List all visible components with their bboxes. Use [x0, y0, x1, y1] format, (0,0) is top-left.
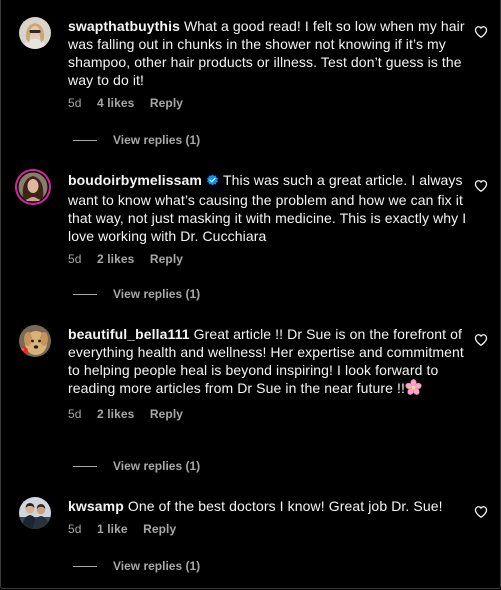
comments-panel: swapthatbuythis What a good read! I felt … [0, 0, 501, 589]
comment-time: 5d [68, 407, 82, 421]
comment-meta: 5d 2 likes Reply [68, 406, 468, 422]
reply-button[interactable]: Reply [143, 522, 176, 536]
comment-body: swapthatbuythis What a good read! I felt … [68, 17, 468, 111]
avatar[interactable] [19, 325, 51, 357]
comment-username[interactable]: beautiful_bella111 [68, 326, 190, 342]
reply-button[interactable]: Reply [150, 96, 183, 110]
comment-meta: 5d 4 likes Reply [68, 95, 468, 111]
avatar-golden-dog-icon [19, 325, 51, 357]
comment-likes[interactable]: 2 likes [97, 252, 134, 266]
avatar[interactable] [19, 497, 51, 529]
comment-meta: 5d 1 like Reply [68, 521, 468, 537]
avatar-two-people-icon [19, 497, 51, 529]
avatar[interactable] [15, 169, 51, 205]
comment-username[interactable]: kwsamp [68, 498, 124, 514]
verified-badge-icon [206, 173, 219, 191]
comment-username[interactable]: boudoirbymelissam [68, 172, 202, 188]
view-replies-label: View replies (1) [113, 133, 201, 147]
replies-divider [73, 565, 97, 567]
comment-likes[interactable]: 4 likes [97, 96, 134, 110]
view-replies-label: View replies (1) [113, 287, 201, 301]
view-replies-button[interactable]: View replies (1) [73, 558, 200, 574]
heart-icon[interactable] [474, 25, 488, 39]
view-replies-button[interactable]: View replies (1) [73, 286, 200, 302]
heart-icon[interactable] [474, 179, 488, 193]
view-replies-button[interactable]: View replies (1) [73, 132, 200, 148]
view-replies-label: View replies (1) [113, 459, 201, 473]
comment-username[interactable]: swapthatbuythis [68, 18, 180, 34]
comment-time: 5d [68, 522, 82, 536]
comment-time: 5d [68, 252, 82, 266]
avatar-dark-haired-woman-icon [15, 169, 51, 205]
comment-body: beautiful_bella111 Great article !! Dr Su… [68, 325, 468, 422]
reply-button[interactable]: Reply [150, 407, 183, 421]
comment-meta: 5d 2 likes Reply [68, 251, 468, 267]
replies-divider [73, 293, 97, 295]
cherry-blossom-emoji: 🌸 [405, 379, 422, 400]
comment-body: boudoirbymelissam This was such a great a… [68, 171, 468, 267]
comment-time: 5d [68, 96, 82, 110]
replies-divider [73, 465, 97, 467]
comment-body: kwsamp One of the best doctors I know! Gr… [68, 497, 468, 537]
replies-divider [73, 139, 97, 141]
reply-button[interactable]: Reply [150, 252, 183, 266]
heart-icon[interactable] [474, 505, 488, 519]
view-replies-button[interactable]: View replies (1) [73, 458, 200, 474]
view-replies-label: View replies (1) [113, 559, 201, 573]
avatar-blonde-woman-icon [19, 17, 51, 49]
comment-likes[interactable]: 2 likes [97, 407, 134, 421]
avatar[interactable] [19, 17, 51, 49]
comment-likes[interactable]: 1 like [97, 522, 128, 536]
heart-icon[interactable] [474, 333, 488, 347]
comment-text: One of the best doctors I know! Great jo… [127, 498, 443, 514]
